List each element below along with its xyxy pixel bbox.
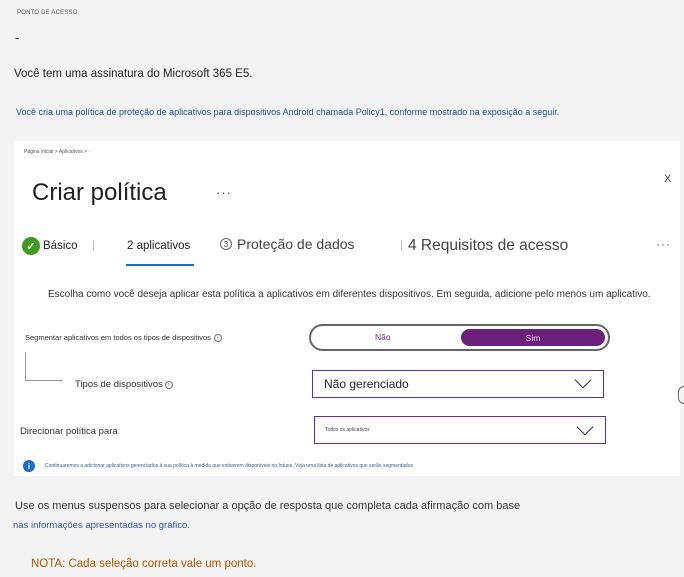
close-icon[interactable]: X bbox=[664, 173, 671, 185]
step-apps[interactable]: 2 aplicativos bbox=[127, 240, 190, 252]
scroll-handle[interactable] bbox=[678, 386, 684, 404]
instructions-text: Escolha como você deseja aplicar esta po… bbox=[48, 289, 651, 300]
step-divider: | bbox=[400, 239, 403, 251]
device-types-label: Tipos de dispositivos i bbox=[75, 379, 173, 390]
step-data-protection[interactable]: 3 Proteção de dados bbox=[220, 236, 355, 252]
steps-more-icon[interactable]: ··· bbox=[656, 237, 671, 251]
device-types-label-text: Tipos de dispositivos bbox=[75, 379, 163, 390]
step-divider: | bbox=[92, 239, 95, 251]
info-banner: i Continuaremos a adicionar aplicativos … bbox=[23, 460, 413, 472]
segment-toggle[interactable]: Não Sim bbox=[309, 324, 610, 351]
toggle-option-yes[interactable]: Sim bbox=[461, 329, 605, 346]
toggle-option-no[interactable]: Não bbox=[375, 332, 391, 342]
check-icon: ✓ bbox=[22, 237, 40, 255]
device-types-value: Não gerenciado bbox=[324, 377, 409, 391]
exam-page: PONTO DE ACESSO - Você tem uma assinatur… bbox=[0, 0, 684, 577]
target-policy-value: Todos os aplicativos bbox=[325, 427, 370, 433]
info-icon: i bbox=[23, 460, 35, 472]
segment-label: Segmentar aplicativos em todos os tipos … bbox=[25, 333, 222, 342]
step-data-protection-label: Proteção de dados bbox=[237, 236, 355, 252]
breadcrumb[interactable]: Página inicial > Aplicativos > · bbox=[24, 149, 90, 155]
step-access-requirements[interactable]: 4 Requisitos de acesso bbox=[408, 237, 568, 255]
section-tag: PONTO DE ACESSO bbox=[17, 10, 78, 16]
info-banner-text: Continuaremos a adicionar aplicativos ge… bbox=[45, 463, 413, 469]
scenario-text: Você cria uma política de proteção de ap… bbox=[16, 107, 560, 117]
chevron-down-icon bbox=[574, 371, 592, 389]
create-policy-panel: Página inicial > Aplicativos > · Criar p… bbox=[14, 141, 680, 476]
step-basics[interactable]: ✓ Básico bbox=[22, 237, 78, 255]
page-title: Criar política bbox=[32, 179, 167, 206]
step-number-icon: 3 bbox=[220, 238, 232, 250]
info-icon[interactable]: i bbox=[213, 333, 222, 342]
question-text-continued: nas informações apresentadas no gráfico. bbox=[13, 520, 190, 531]
segment-label-text: Segmentar aplicativos em todos os tipos … bbox=[25, 333, 211, 342]
tree-connector bbox=[25, 352, 26, 380]
dash-text: - bbox=[15, 30, 20, 45]
step-basics-label: Básico bbox=[43, 240, 78, 252]
device-types-dropdown[interactable]: Não gerenciado bbox=[312, 370, 604, 398]
chevron-down-icon bbox=[576, 418, 594, 436]
target-policy-label: Direcionar política para bbox=[20, 426, 118, 437]
target-policy-dropdown[interactable]: Todos os aplicativos bbox=[314, 416, 606, 444]
active-step-underline bbox=[126, 264, 194, 266]
intro-text: Você tem uma assinatura do Microsoft 365… bbox=[14, 68, 253, 80]
info-icon[interactable]: i bbox=[164, 380, 173, 389]
tree-connector bbox=[25, 380, 63, 381]
more-options-icon[interactable]: ··· bbox=[216, 185, 232, 200]
question-text: Use os menus suspensos para selecionar a… bbox=[15, 500, 521, 512]
scoring-note: NOTA: Cada seleção correta vale um ponto… bbox=[31, 558, 257, 570]
